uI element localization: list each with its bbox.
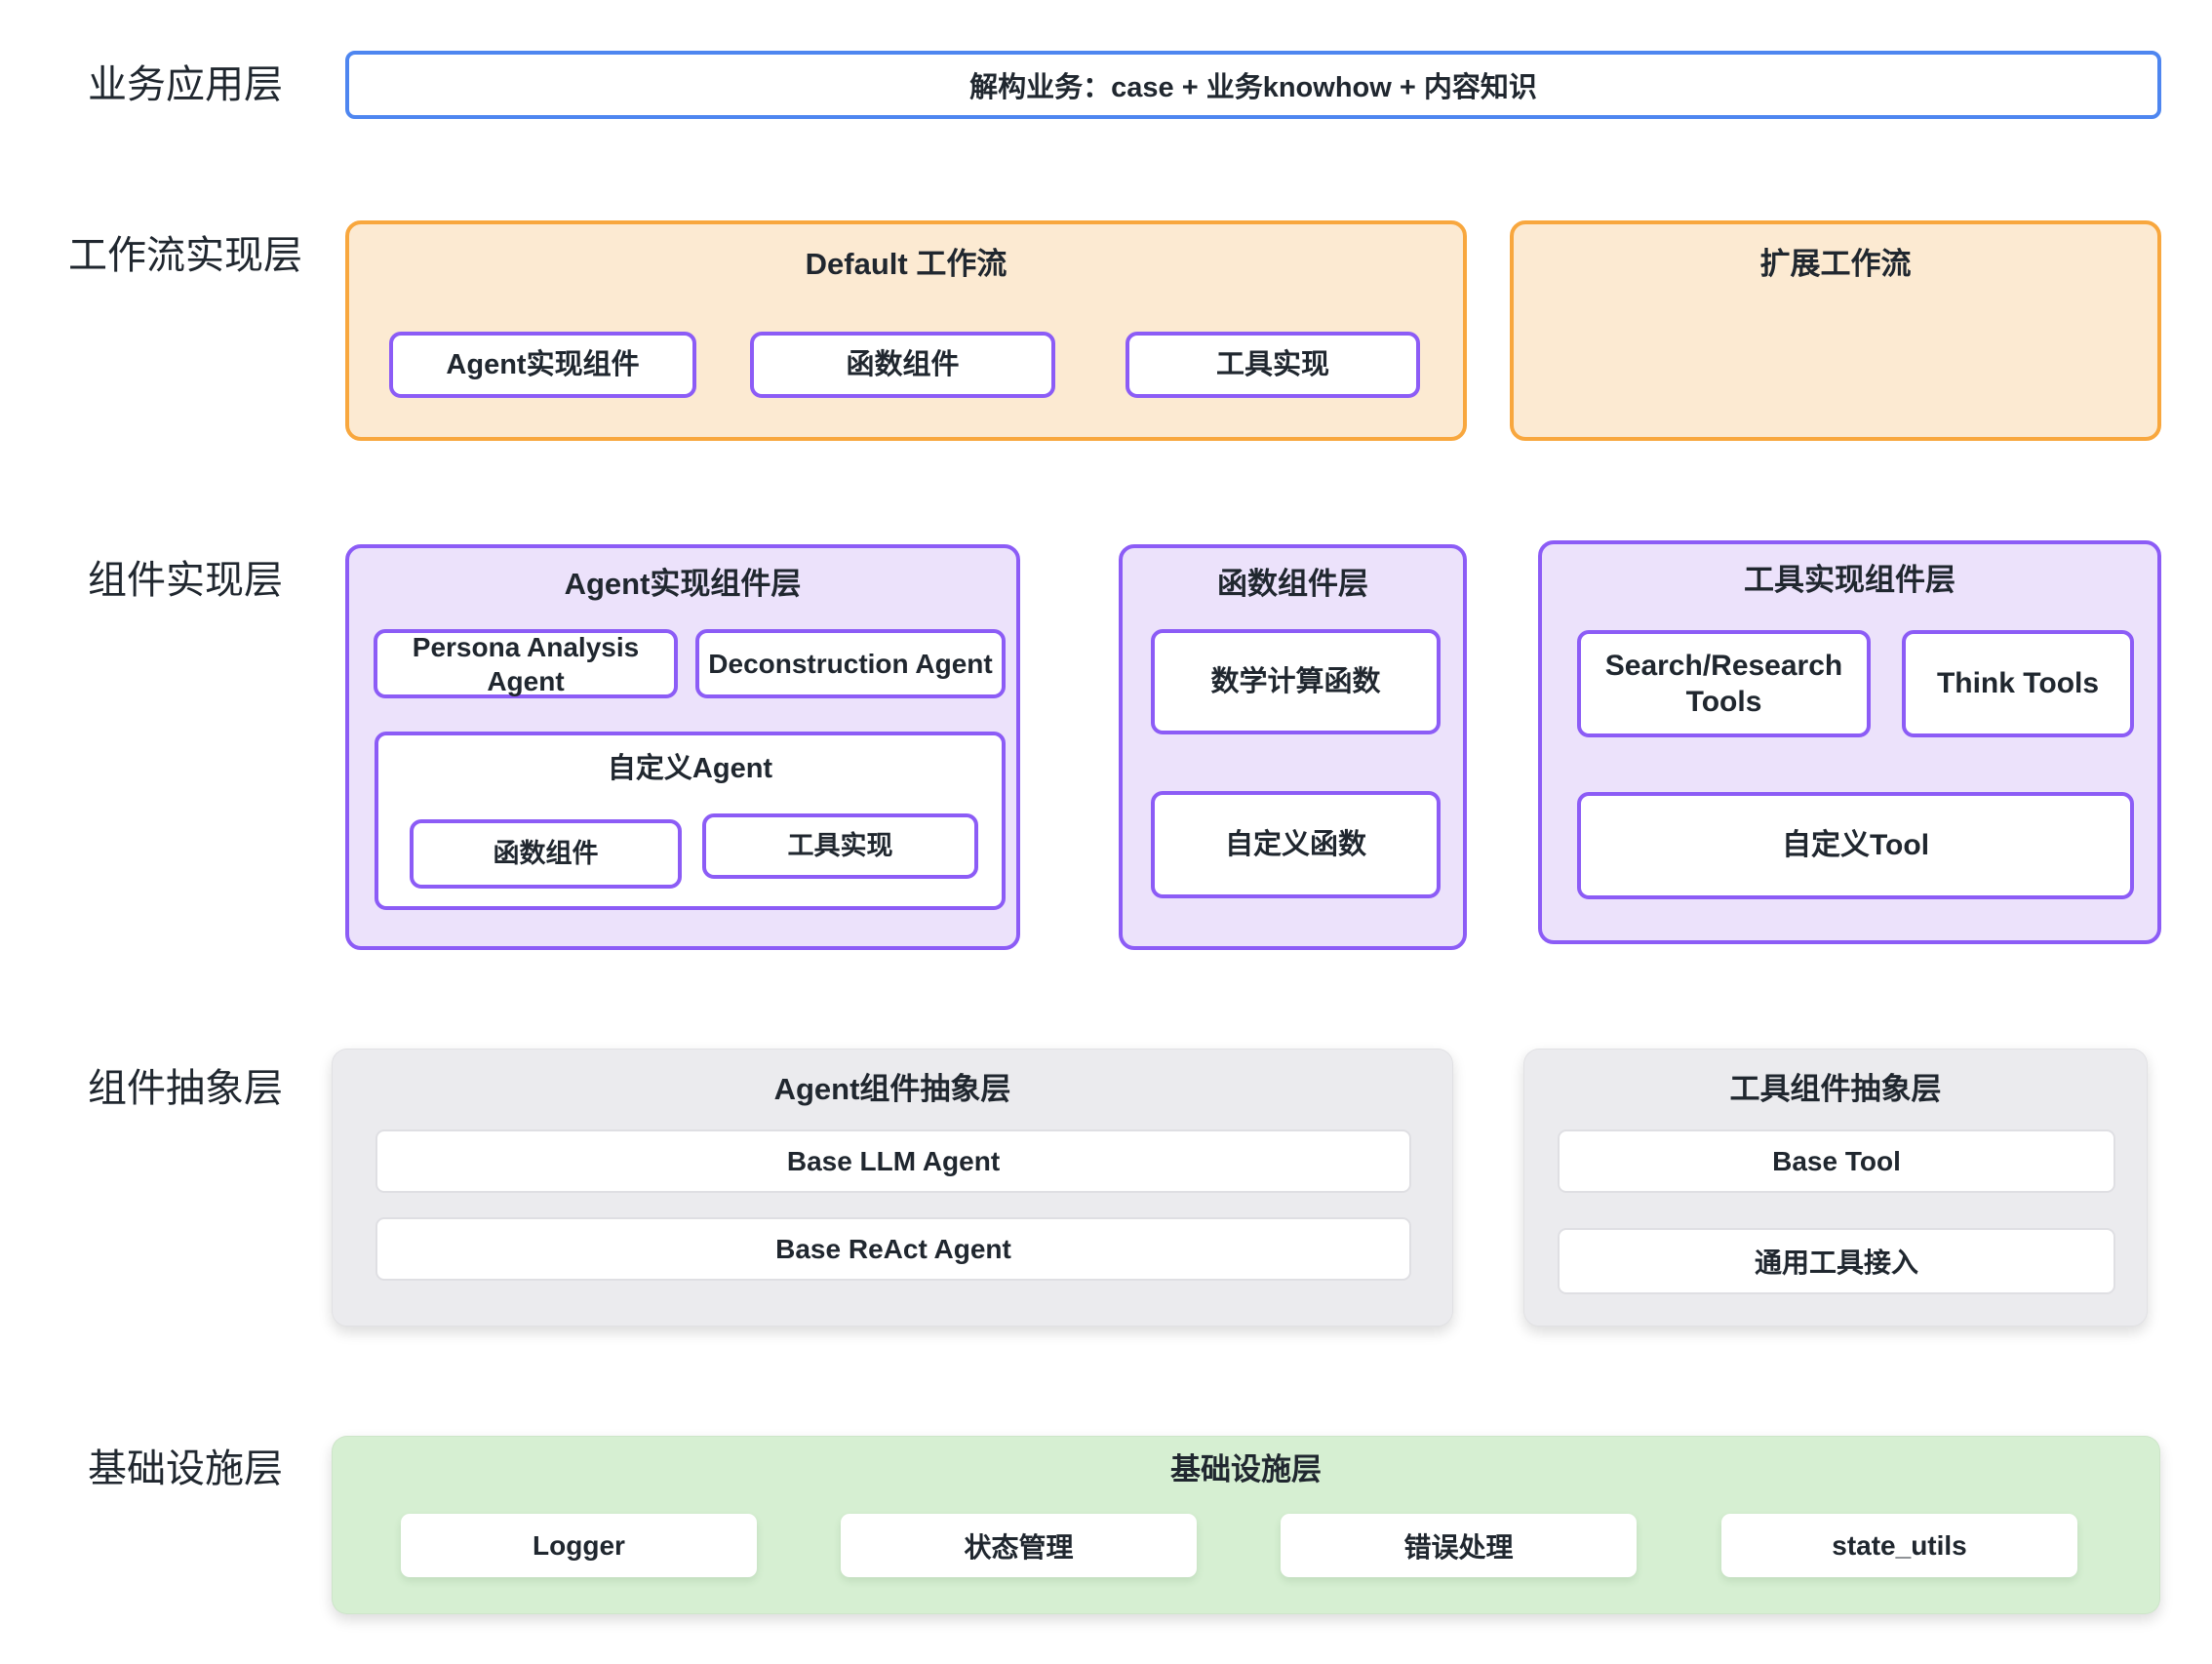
custom-agent-box: 自定义Agent 函数组件 工具实现: [375, 732, 1006, 910]
row-base-llm-agent: Base LLM Agent: [375, 1129, 1411, 1193]
pill-custom-agent-tool: 工具实现: [702, 813, 978, 879]
infrastructure-title: 基础设施层: [333, 1451, 2159, 1489]
agent-abstraction-title: Agent组件抽象层: [333, 1071, 1452, 1109]
pill-think-tools: Think Tools: [1902, 630, 2134, 737]
row-label-abstraction: 组件抽象层: [29, 1065, 341, 1112]
business-layer-title: 解构业务：case + 业务knowhow + 内容知识: [969, 64, 1537, 105]
pill-custom-function: 自定义函数: [1151, 791, 1441, 898]
pill-tool-impl: 工具实现: [1126, 332, 1420, 398]
row-error-handling: 错误处理: [1281, 1514, 1637, 1577]
tool-impl-layer-title: 工具实现组件层: [1542, 562, 2157, 600]
business-layer-box: 解构业务：case + 业务knowhow + 内容知识: [345, 51, 2161, 119]
pill-agent-impl-component: Agent实现组件: [389, 332, 696, 398]
row-generic-tool-access: 通用工具接入: [1558, 1228, 2115, 1294]
function-layer-panel: 函数组件层 数学计算函数 自定义函数: [1119, 544, 1467, 950]
pill-search-research-tools: Search/Research Tools: [1577, 630, 1871, 737]
function-layer-title: 函数组件层: [1123, 566, 1463, 604]
row-state-management: 状态管理: [841, 1514, 1197, 1577]
pill-custom-agent-function: 函数组件: [410, 819, 682, 889]
row-base-tool: Base Tool: [1558, 1129, 2115, 1193]
extended-workflow-panel: 扩展工作流: [1510, 220, 2161, 441]
pill-function-component: 函数组件: [750, 332, 1055, 398]
extended-workflow-title: 扩展工作流: [1514, 246, 2157, 284]
agent-impl-layer-title: Agent实现组件层: [349, 566, 1016, 604]
row-logger: Logger: [401, 1514, 757, 1577]
pill-deconstruction-agent: Deconstruction Agent: [695, 629, 1006, 698]
row-label-component: 组件实现层: [29, 557, 341, 604]
agent-impl-layer-panel: Agent实现组件层 Persona Analysis Agent Decons…: [345, 544, 1020, 950]
agent-abstraction-panel: Agent组件抽象层 Base LLM Agent Base ReAct Age…: [332, 1049, 1453, 1327]
infrastructure-panel: 基础设施层 Logger 状态管理 错误处理 state_utils: [332, 1436, 2160, 1614]
pill-math-function: 数学计算函数: [1151, 629, 1441, 734]
row-state-utils: state_utils: [1721, 1514, 2077, 1577]
row-base-react-agent: Base ReAct Agent: [375, 1217, 1411, 1281]
tool-abstraction-title: 工具组件抽象层: [1524, 1071, 2147, 1109]
row-label-workflow: 工作流实现层: [29, 232, 341, 279]
pill-persona-analysis-agent: Persona Analysis Agent: [374, 629, 678, 698]
tool-abstraction-panel: 工具组件抽象层 Base Tool 通用工具接入: [1523, 1049, 2148, 1327]
tool-impl-layer-panel: 工具实现组件层 Search/Research Tools Think Tool…: [1538, 540, 2161, 944]
default-workflow-panel: Default 工作流 Agent实现组件 函数组件 工具实现: [345, 220, 1467, 441]
default-workflow-title: Default 工作流: [349, 246, 1463, 284]
row-label-business: 业务应用层: [29, 61, 341, 108]
architecture-diagram: 业务应用层 工作流实现层 组件实现层 组件抽象层 基础设施层 解构业务：case…: [0, 0, 2212, 1664]
row-label-infrastructure: 基础设施层: [29, 1446, 341, 1492]
custom-agent-title: 自定义Agent: [378, 751, 1002, 786]
pill-custom-tool: 自定义Tool: [1577, 792, 2134, 899]
